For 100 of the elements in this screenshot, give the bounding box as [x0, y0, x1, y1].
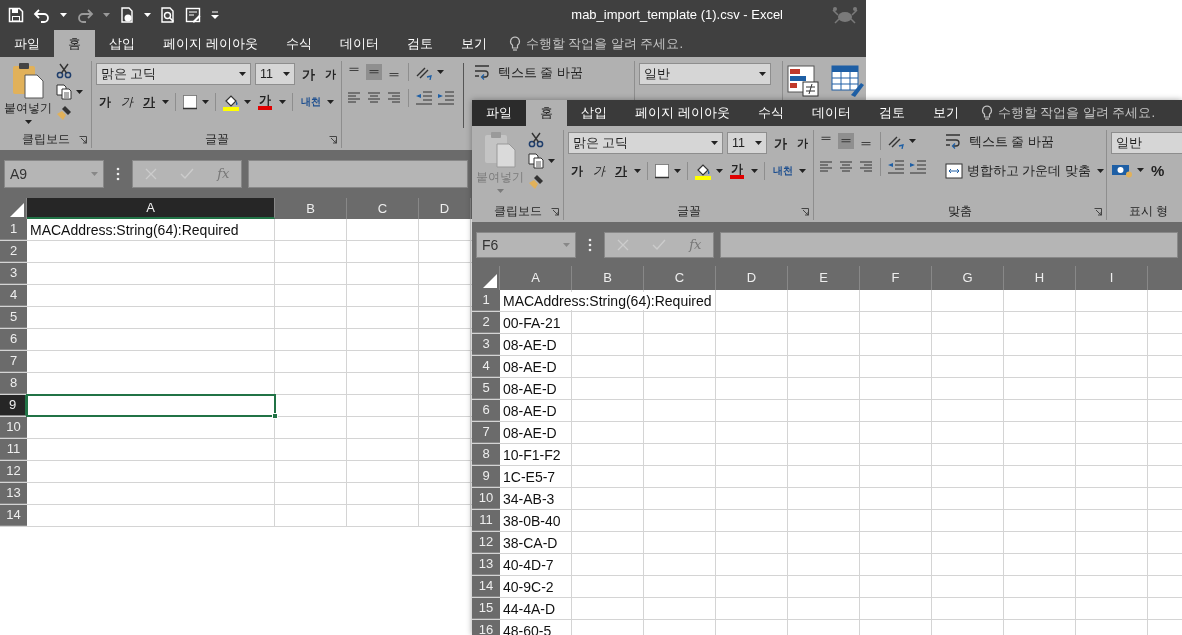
row-header[interactable]: 2 — [0, 241, 27, 262]
row-header[interactable]: 12 — [472, 532, 500, 553]
row-header[interactable]: 13 — [472, 554, 500, 575]
caret-icon[interactable] — [60, 13, 67, 17]
row-header[interactable]: 9 — [0, 395, 27, 416]
caret-icon[interactable] — [634, 169, 641, 173]
caret-icon[interactable] — [327, 100, 334, 104]
increase-indent-icon[interactable] — [437, 91, 455, 105]
caret-icon[interactable] — [1096, 169, 1104, 174]
caret-icon[interactable] — [755, 141, 762, 145]
format-painter-icon[interactable] — [56, 105, 72, 121]
copy-icon[interactable] — [528, 153, 544, 169]
caret-icon[interactable] — [244, 100, 251, 104]
more-icon[interactable] — [588, 238, 592, 252]
document-icon[interactable] — [119, 7, 135, 23]
row-header[interactable]: 11 — [0, 439, 27, 460]
caret-icon[interactable] — [239, 72, 246, 76]
more-icon[interactable] — [116, 167, 120, 181]
row-header[interactable]: 3 — [0, 263, 27, 284]
ribbon-tab[interactable]: 보기 — [918, 100, 973, 126]
row-header[interactable]: 9 — [472, 466, 500, 487]
redo-icon[interactable] — [76, 7, 94, 23]
undo-icon[interactable] — [33, 7, 51, 23]
row-header[interactable]: 11 — [472, 510, 500, 531]
row-header[interactable]: 6 — [472, 400, 500, 421]
wrap-text-button[interactable]: 텍스트 줄 바꿈 — [472, 63, 585, 84]
align-middle-icon[interactable] — [366, 64, 382, 80]
number-format-dropdown[interactable]: 일반 — [1111, 132, 1182, 154]
caret-icon[interactable] — [759, 72, 766, 76]
italic-button[interactable]: 가 — [590, 165, 608, 177]
grow-font-button[interactable]: 가 — [299, 67, 318, 81]
caret-icon[interactable] — [751, 169, 758, 173]
row-header[interactable]: 10 — [472, 488, 500, 509]
caret-icon[interactable] — [24, 120, 32, 124]
ribbon-tab[interactable]: 삽입 — [567, 100, 621, 126]
edit-document-icon[interactable] — [185, 7, 201, 23]
copy-icon[interactable] — [56, 84, 72, 100]
customize-icon[interactable] — [210, 10, 220, 20]
row-header[interactable]: 1 — [472, 290, 500, 311]
number-format-dropdown[interactable]: 일반 — [639, 63, 771, 85]
currency-icon[interactable] — [1111, 162, 1133, 178]
underline-button[interactable]: 가 — [140, 96, 158, 108]
ribbon-tab[interactable]: 검토 — [392, 30, 447, 57]
launcher-icon[interactable] — [551, 208, 559, 216]
row-header[interactable]: 14 — [472, 576, 500, 597]
ribbon-tab[interactable]: 페이지 레이아웃 — [149, 30, 272, 57]
caret-icon[interactable] — [162, 100, 169, 104]
shrink-font-button[interactable]: 가 — [322, 68, 339, 80]
caret-icon[interactable] — [716, 169, 723, 173]
caret-icon[interactable] — [909, 139, 916, 143]
ribbon-tab[interactable]: 파일 — [0, 30, 54, 57]
merge-icon[interactable] — [945, 163, 963, 180]
borders-icon[interactable] — [182, 94, 198, 110]
caret-icon[interactable] — [1137, 168, 1144, 172]
font-name-dropdown[interactable]: 맑은 고딕 — [568, 132, 723, 154]
ribbon-tab[interactable]: 수식 — [743, 100, 798, 126]
underline-button[interactable]: 가 — [612, 165, 630, 177]
fill-color-icon[interactable] — [222, 93, 240, 111]
ribbon-tab[interactable]: 삽입 — [95, 30, 149, 57]
bold-button[interactable]: 가 — [96, 96, 114, 108]
save-icon[interactable] — [8, 7, 24, 23]
row-header[interactable]: 6 — [0, 329, 27, 350]
align-middle-icon[interactable] — [838, 133, 854, 149]
row-header[interactable]: 15 — [472, 598, 500, 619]
name-box[interactable]: F6 — [476, 232, 576, 258]
font-name-dropdown[interactable]: 맑은 고딕 — [96, 63, 251, 85]
caret-icon[interactable] — [144, 13, 151, 17]
cut-icon[interactable] — [56, 63, 72, 79]
decrease-indent-icon[interactable] — [415, 91, 433, 105]
formula-input[interactable] — [248, 160, 468, 188]
formula-input[interactable] — [720, 232, 1178, 258]
table-format-icon[interactable] — [831, 65, 865, 97]
font-color-button[interactable]: 가 — [727, 163, 747, 179]
grow-font-button[interactable]: 가 — [771, 136, 790, 150]
caret-icon[interactable] — [202, 100, 209, 104]
percent-button[interactable]: % — [1148, 162, 1168, 178]
launcher-icon[interactable] — [801, 208, 809, 216]
select-all-icon[interactable] — [483, 274, 497, 288]
row-header[interactable]: 7 — [472, 422, 500, 443]
ribbon-tab[interactable]: 홈 — [54, 30, 95, 57]
caret-icon[interactable] — [283, 72, 290, 76]
phonetic-button[interactable]: 내천 — [299, 96, 323, 108]
borders-icon[interactable] — [654, 163, 670, 179]
row-header[interactable]: 4 — [472, 356, 500, 377]
fill-color-icon[interactable] — [694, 162, 712, 180]
row-header[interactable]: 5 — [0, 307, 27, 328]
conditional-format-icon[interactable] — [787, 65, 819, 97]
font-size-dropdown[interactable]: 11 — [255, 63, 295, 85]
ribbon-tab[interactable]: 데이터 — [325, 30, 393, 57]
clipboard-icon[interactable] — [11, 61, 45, 99]
caret-icon[interactable] — [674, 169, 681, 173]
column-header[interactable]: A — [27, 198, 275, 219]
row-header[interactable]: 12 — [0, 461, 27, 482]
caret-icon[interactable] — [799, 169, 806, 173]
row-header[interactable]: 10 — [0, 417, 27, 438]
ribbon-tab[interactable]: 파일 — [472, 100, 526, 126]
row-header[interactable]: 3 — [472, 334, 500, 355]
name-box[interactable]: A9 — [4, 160, 104, 188]
ribbon-tab[interactable]: 보기 — [446, 30, 501, 57]
format-painter-icon[interactable] — [528, 174, 544, 190]
